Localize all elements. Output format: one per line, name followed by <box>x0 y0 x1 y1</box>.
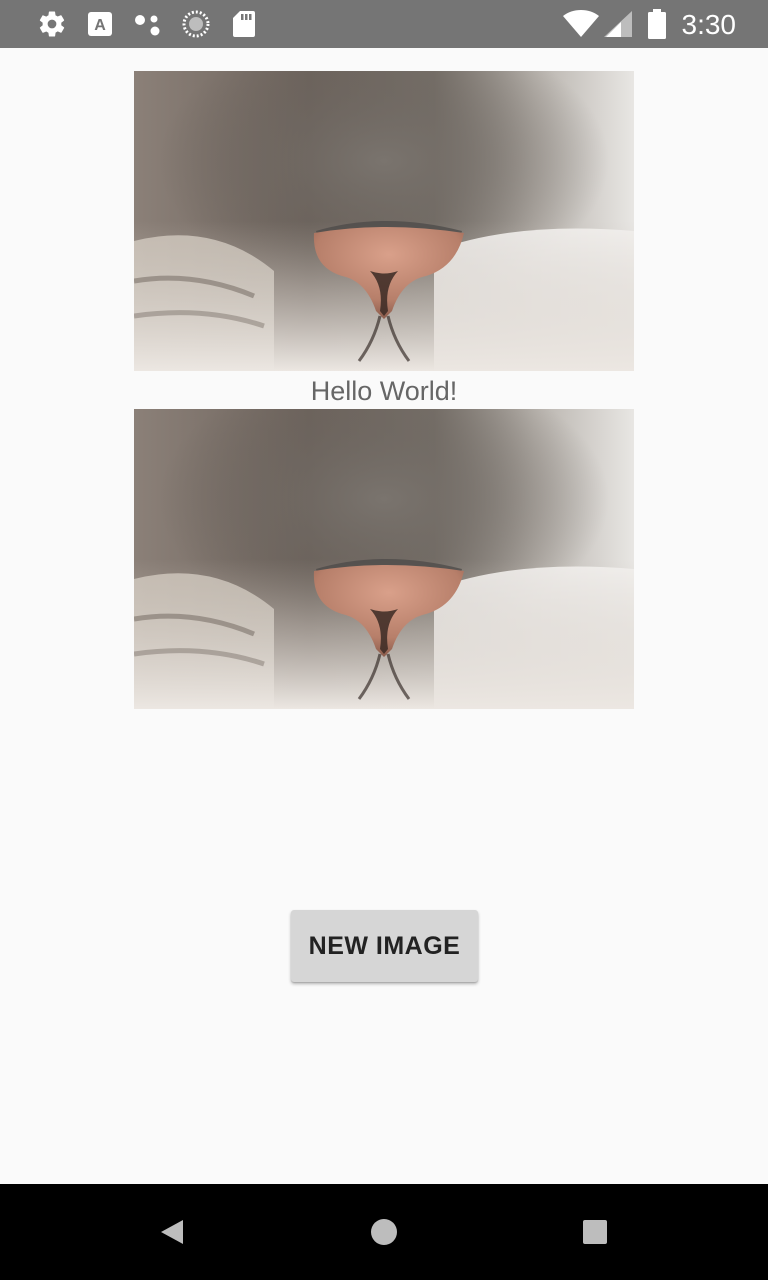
recents-icon[interactable] <box>571 1184 619 1280</box>
cat-nose-image-top <box>134 71 634 371</box>
settings-icon <box>34 0 70 48</box>
new-image-button[interactable]: NEW IMAGE <box>291 910 478 982</box>
battery-icon <box>645 0 669 48</box>
signal-icon <box>602 0 634 48</box>
sync-circle-icon <box>180 0 212 48</box>
home-icon[interactable] <box>360 1184 408 1280</box>
cat-nose-image-bottom <box>134 409 634 709</box>
app-screen: A 3:30 Hello World! NEW IMAGE <box>0 0 768 1280</box>
greeting-text: Hello World! <box>310 376 458 406</box>
keyboard-a-icon: A <box>86 0 114 48</box>
assistant-dots-icon <box>132 0 164 48</box>
wifi-icon <box>562 0 600 48</box>
navigation-bar <box>0 1184 768 1280</box>
sd-card-icon <box>230 0 258 48</box>
status-time: 3:30 <box>681 9 737 40</box>
back-icon[interactable] <box>148 1184 196 1280</box>
status-bar: A 3:30 <box>0 0 768 48</box>
svg-text:A: A <box>94 17 106 34</box>
